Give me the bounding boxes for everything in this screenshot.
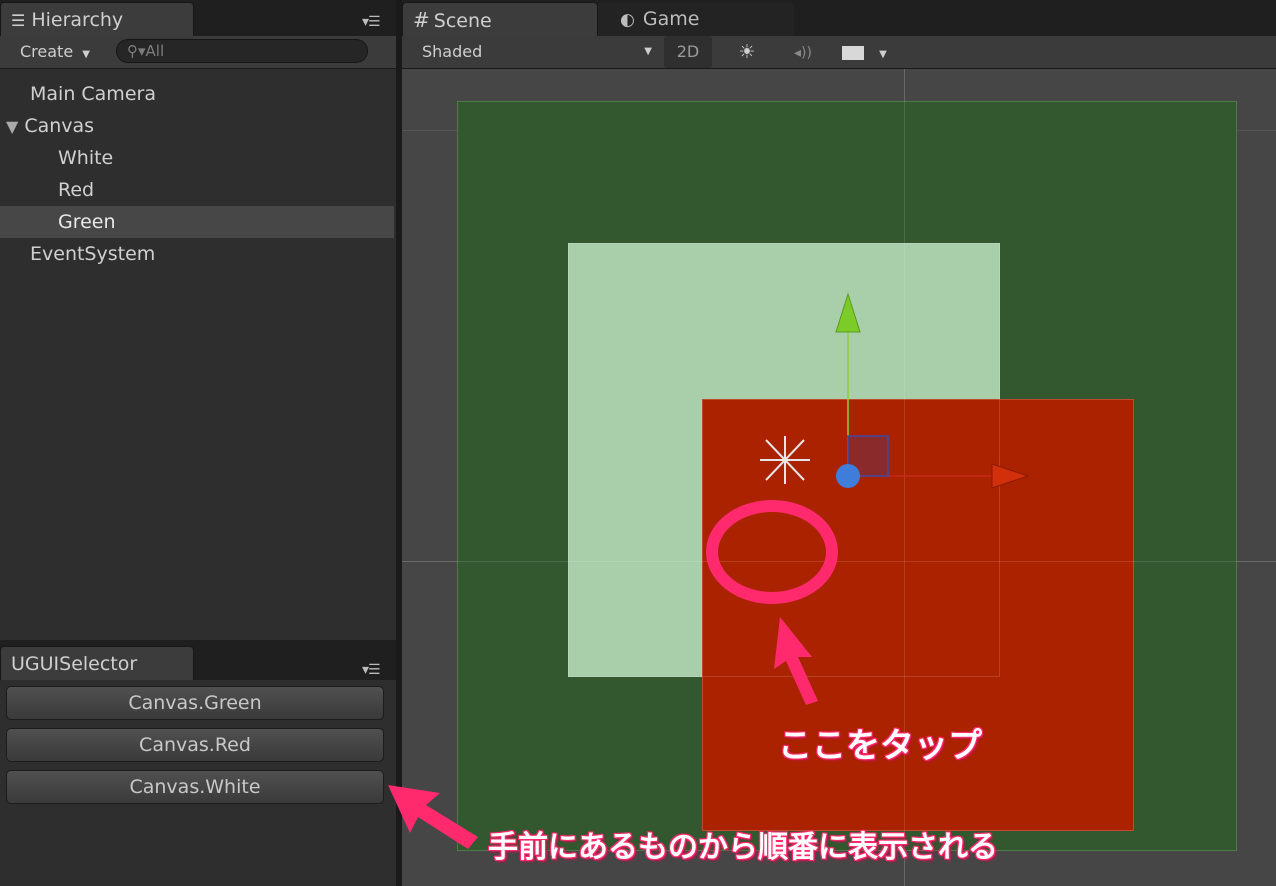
gizmo-x-arrow-icon [991,463,1030,489]
search-placeholder: All [145,42,165,60]
tree-item-eventsystem[interactable]: EventSystem [0,238,394,270]
tab-game[interactable]: ◐ Game [598,2,794,36]
tab-scene[interactable]: # Scene [402,2,598,36]
pivot-star-icon [760,436,810,484]
game-icon: ◐ [620,10,635,30]
mode-2d-label: 2D [676,42,700,61]
gizmo-y-arrow-icon [835,292,861,333]
shading-mode-dropdown[interactable]: Shaded ▼ [412,36,652,68]
tree-item-label: Main Camera [30,83,156,105]
lighting-toggle[interactable]: ☀ [732,36,762,68]
chevron-down-icon: ▼ [879,49,887,60]
select-canvas-green-button[interactable]: Canvas.Green [6,686,384,720]
move-gizmo[interactable] [742,280,1042,520]
grid-icon: # [413,8,430,32]
tap-target-circle [706,500,838,604]
tap-annotation [706,500,838,705]
tab-hierarchy[interactable]: ☰ Hierarchy [0,2,194,36]
gizmo-center-handle [836,464,860,488]
tree-item-green[interactable]: Green [0,206,394,238]
hierarchy-tab-label: Hierarchy [31,9,124,31]
hierarchy-panel: ☰ Hierarchy ▾☰ Create ▼ ⚲▾All Main Camera… [0,0,396,640]
tree-item-canvas[interactable]: ▼ Canvas [0,110,394,142]
tree-item-label: Green [58,211,116,233]
select-canvas-red-button[interactable]: Canvas.Red [6,728,384,762]
ugui-selector-panel: UGUISelector ▾☰ Canvas.Green Canvas.Red … [0,640,396,886]
tree-item-label: Red [58,179,95,201]
search-input[interactable]: ⚲▾All [116,39,368,63]
button-label: Canvas.Red [139,734,251,756]
tree-item-label: Canvas [24,115,95,137]
audio-toggle[interactable]: ◂)) [788,36,818,68]
chevron-down-icon: ▼ [644,46,652,57]
landscape-icon [842,45,864,60]
tree-item-red[interactable]: Red [0,174,394,206]
tree-item-label: EventSystem [30,243,156,265]
selector-annotation-arrow [388,785,478,849]
toggle-2d-button[interactable]: 2D [664,36,712,68]
button-label: Canvas.White [129,776,261,798]
panel-menu-icon[interactable]: ▾☰ [362,662,381,678]
tree-item-white[interactable]: White [0,142,394,174]
effects-dropdown[interactable]: ▼ [838,36,894,68]
chevron-down-icon: ▼ [82,49,90,60]
arrow-up-icon [774,617,818,705]
create-dropdown[interactable]: Create ▼ [10,36,102,68]
arrow-up-left-icon [388,785,478,849]
expand-arrow-icon[interactable]: ▼ [6,117,18,136]
button-label: Canvas.Green [128,692,262,714]
game-tab-label: Game [642,8,700,30]
list-icon: ☰ [11,11,26,30]
tab-ugui-selector[interactable]: UGUISelector [0,646,194,680]
create-label: Create [20,42,74,61]
speaker-icon: ◂)) [794,45,812,61]
tree-item-main-camera[interactable]: Main Camera [0,78,394,110]
sun-icon: ☀ [738,41,756,63]
tree-item-label: White [58,147,114,169]
scene-panel: # Scene ◐ Game Shaded ▼ 2D ☀ ◂)) ▼ ここをタッ… [388,0,1276,886]
display-order-annotation: 手前にあるものから順番に表示される [488,830,998,865]
search-icon: ⚲▾ [127,42,146,60]
panel-menu-icon[interactable]: ▾☰ [362,14,381,30]
shading-mode-label: Shaded [422,42,483,61]
select-canvas-white-button[interactable]: Canvas.White [6,770,384,804]
scene-tab-label: Scene [433,10,492,32]
tap-here-annotation: ここをタップ [778,726,982,766]
selector-tab-label: UGUISelector [11,653,138,675]
